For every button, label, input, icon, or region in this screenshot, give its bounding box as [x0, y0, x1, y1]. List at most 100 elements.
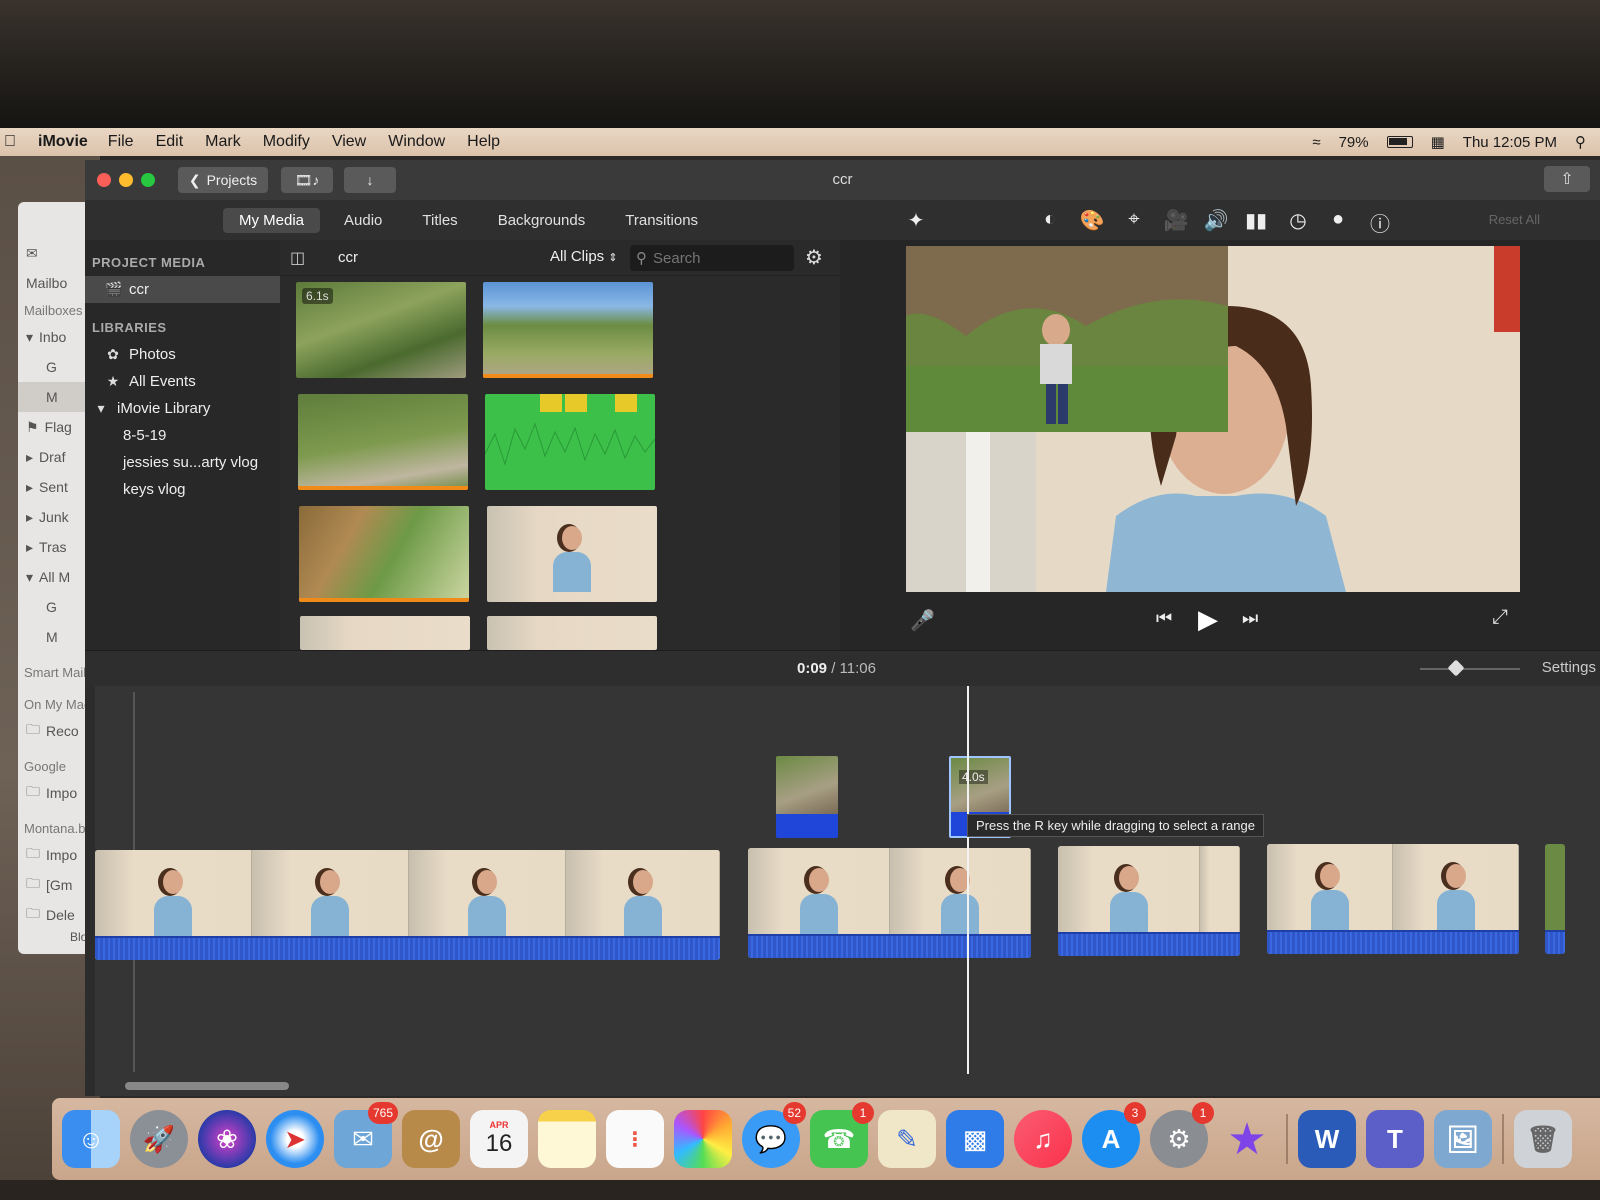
media-clip-5[interactable]: [299, 506, 469, 602]
close-window-button[interactable]: [97, 173, 111, 187]
sidebar-item-label: 8-5-19: [123, 427, 167, 444]
media-clip-1[interactable]: 6.1s: [296, 282, 466, 378]
volume-icon[interactable]: 🔊: [1196, 208, 1236, 233]
share-button[interactable]: ⇧: [1544, 166, 1590, 192]
playhead[interactable]: [967, 686, 969, 1074]
battery-icon[interactable]: [1386, 136, 1413, 148]
notes-icon[interactable]: [538, 1110, 596, 1168]
menu-file[interactable]: File: [108, 133, 134, 151]
timeline-horizontal-scrollbar[interactable]: [125, 1082, 289, 1090]
reset-all-button[interactable]: Reset All: [1489, 212, 1540, 227]
info-icon[interactable]: ⓘ: [1360, 208, 1400, 237]
timeline-clip-1[interactable]: [95, 850, 720, 960]
timeline-clip-5[interactable]: [1545, 844, 1565, 954]
projects-button[interactable]: ❮ Projects: [178, 167, 268, 193]
menu-view[interactable]: View: [332, 133, 366, 151]
calendar-icon[interactable]: APR 16: [470, 1110, 528, 1168]
menu-edit[interactable]: Edit: [156, 133, 184, 151]
microphone-icon[interactable]: 🎤: [910, 608, 935, 633]
tab-my-media[interactable]: My Media: [223, 207, 321, 233]
media-clip-8[interactable]: [487, 616, 657, 650]
app-store-icon[interactable]: A 3: [1082, 1102, 1146, 1168]
skip-forward-button[interactable]: ⏭: [1242, 608, 1258, 629]
app-menu[interactable]: iMovie: [38, 133, 88, 151]
music-icon[interactable]: ♫: [1014, 1110, 1072, 1168]
magic-wand-icon[interactable]: ✦: [896, 208, 936, 233]
sidebar-toggle-icon[interactable]: ◫: [290, 248, 305, 268]
sidebar-item-imovie-library[interactable]: ▾ iMovie Library: [85, 395, 280, 422]
clip-frame: [409, 850, 566, 936]
menu-clock[interactable]: Thu 12:05 PM: [1463, 134, 1557, 151]
timeline-clip-3[interactable]: [1058, 846, 1240, 956]
contacts-icon[interactable]: @: [402, 1110, 460, 1168]
menu-help[interactable]: Help: [467, 133, 500, 151]
trash-icon[interactable]: 🗑: [1514, 1110, 1572, 1168]
color-balance-icon[interactable]: ◐: [1030, 208, 1070, 231]
sidebar-item-event-8-5-19[interactable]: 8-5-19: [85, 422, 280, 449]
menu-mark[interactable]: Mark: [205, 133, 241, 151]
sidebar-item-ccr[interactable]: 🎬 ccr: [85, 276, 280, 303]
timeline-clip-2[interactable]: [748, 848, 1031, 958]
used-clip-bar: [483, 374, 653, 378]
play-button[interactable]: ▶: [1198, 604, 1218, 635]
wifi-icon[interactable]: ≈: [1312, 134, 1320, 151]
timeline-zoom-slider[interactable]: [1420, 659, 1520, 677]
sidebar-item-photos[interactable]: ✿ Photos: [85, 341, 280, 368]
spotlight-icon[interactable]: ⚲: [1575, 133, 1586, 151]
tab-audio[interactable]: Audio: [328, 208, 398, 233]
skip-back-button[interactable]: ⏮: [1156, 608, 1172, 629]
timeline-settings-button[interactable]: Settings: [1542, 659, 1596, 676]
sidebar-item-event-jessies[interactable]: jessies su...arty vlog: [85, 449, 280, 476]
zoom-window-button[interactable]: [141, 173, 155, 187]
overlay-clip-1[interactable]: [776, 756, 838, 838]
sidebar-item-all-events[interactable]: ★ All Events: [85, 368, 280, 395]
safari-icon[interactable]: ➤: [266, 1110, 324, 1168]
import-button[interactable]: ↓: [344, 167, 396, 193]
menu-modify[interactable]: Modify: [263, 133, 310, 151]
system-preferences-icon[interactable]: ⚙ 1: [1150, 1102, 1214, 1168]
media-clip-audio[interactable]: [485, 394, 655, 490]
crop-icon[interactable]: ⌖: [1114, 208, 1154, 231]
zoom-slider-knob[interactable]: [1447, 659, 1465, 677]
fullscreen-icon[interactable]: ⤢: [1492, 606, 1508, 629]
media-clip-6[interactable]: [487, 506, 657, 602]
clip-filter-icon[interactable]: ●: [1318, 208, 1358, 231]
facetime-icon[interactable]: ☎ 1: [810, 1102, 874, 1168]
launchpad-icon[interactable]: 🚀: [130, 1110, 188, 1168]
siri-icon[interactable]: ❀: [198, 1110, 256, 1168]
minimize-window-button[interactable]: [119, 173, 133, 187]
preview-icon[interactable]: 🖼: [1434, 1110, 1492, 1168]
gear-icon[interactable]: ⚙: [805, 245, 823, 270]
pages-icon[interactable]: ✎: [878, 1110, 936, 1168]
tab-backgrounds[interactable]: Backgrounds: [482, 208, 602, 233]
stabilization-icon[interactable]: 🎥: [1156, 208, 1196, 233]
color-correction-icon[interactable]: 🎨: [1072, 208, 1112, 233]
adjustment-toolbar: ✦ ◐ 🎨 ⌖ 🎥 🔊 ▮▮ ◷ ● ⓘ Reset All: [840, 200, 1600, 240]
messages-icon[interactable]: 💬 52: [742, 1102, 806, 1168]
disclosure-triangle-icon[interactable]: ▾: [93, 400, 109, 417]
media-clip-2[interactable]: [483, 282, 653, 378]
photos-icon[interactable]: [674, 1110, 732, 1168]
mail-icon[interactable]: ✉ 765: [334, 1102, 398, 1168]
equalizer-icon[interactable]: ▮▮: [1236, 208, 1276, 233]
keynote-icon[interactable]: ▩: [946, 1110, 1004, 1168]
apple-icon[interactable]: : [4, 133, 26, 151]
clips-filter-select[interactable]: All Clips ⇕: [550, 248, 618, 265]
reminders-icon[interactable]: ⋮: [606, 1110, 664, 1168]
timeline-clip-4[interactable]: [1267, 844, 1519, 954]
finder-icon[interactable]: ☺: [62, 1110, 120, 1168]
media-browser-toggle[interactable]: 🎞♪: [281, 167, 333, 193]
sidebar-item-event-keys-vlog[interactable]: keys vlog: [85, 476, 280, 503]
speed-icon[interactable]: ◷: [1278, 208, 1318, 233]
media-clip-7[interactable]: [300, 616, 470, 650]
menu-window[interactable]: Window: [388, 133, 445, 151]
tab-transitions[interactable]: Transitions: [609, 208, 714, 233]
word-icon[interactable]: W: [1298, 1110, 1356, 1168]
input-menu-icon[interactable]: ▦: [1431, 133, 1445, 151]
search-input[interactable]: [653, 249, 783, 267]
search-field[interactable]: ⚲: [630, 245, 794, 271]
imovie-icon[interactable]: ★: [1218, 1110, 1276, 1168]
tab-titles[interactable]: Titles: [406, 208, 473, 233]
teams-icon[interactable]: T: [1366, 1110, 1424, 1168]
media-clip-3[interactable]: [298, 394, 468, 490]
